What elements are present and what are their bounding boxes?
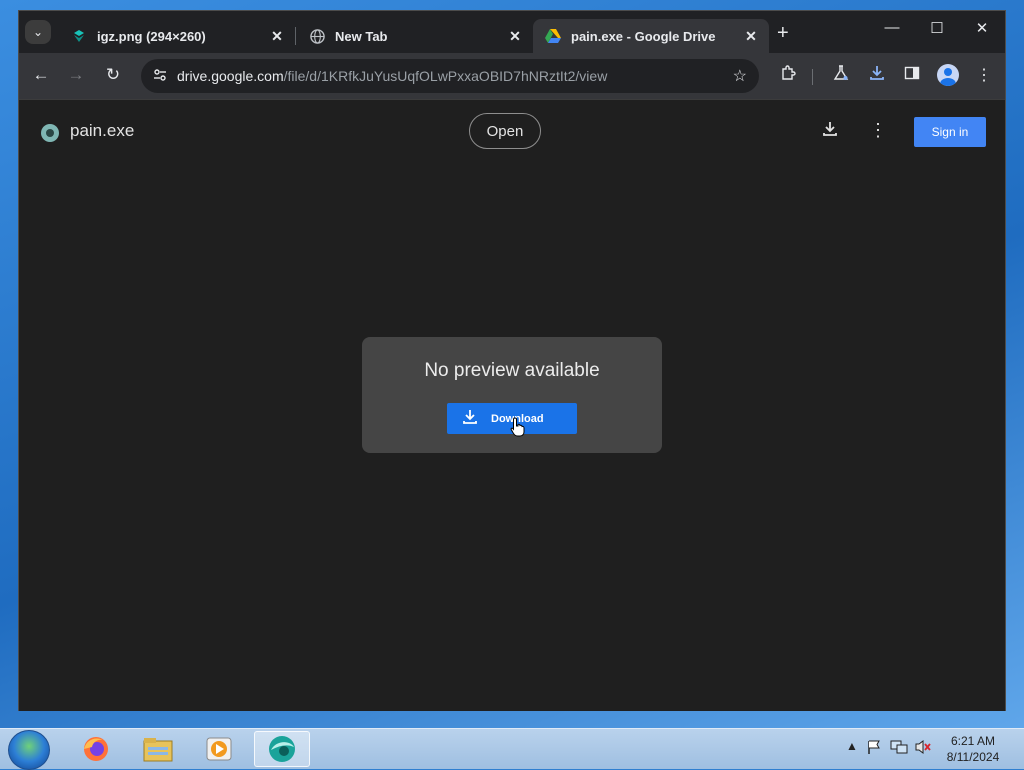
toolbar-divider	[812, 69, 813, 85]
window-close-icon[interactable]: ✕	[959, 19, 1005, 37]
close-icon[interactable]: ✕	[505, 28, 525, 45]
url-host: drive.google.com	[177, 68, 284, 84]
browser-app-icon[interactable]	[254, 731, 310, 767]
close-icon[interactable]: ✕	[267, 28, 287, 45]
open-button[interactable]: Open	[469, 113, 541, 149]
download-icon[interactable]	[819, 120, 841, 143]
browser-window: ⌄ igz.png (294×260) ✕ New Tab ✕ pain.exe…	[18, 10, 1006, 711]
media-player-icon[interactable]	[192, 731, 248, 767]
clock-time: 6:21 AM	[950, 734, 996, 748]
minimize-icon[interactable]: —	[869, 19, 915, 36]
tab-google-drive[interactable]: pain.exe - Google Drive ✕	[533, 19, 769, 53]
google-drive-icon	[545, 28, 561, 44]
download-arrow-icon	[455, 409, 485, 429]
new-tab-plus-icon[interactable]: +	[777, 23, 789, 43]
chrome-menu-icon[interactable]: ⋮	[972, 65, 996, 85]
clock-date: 8/11/2024	[946, 750, 1000, 764]
url-text: drive.google.com/file/d/1KRfkJuYusUqfOLw…	[177, 68, 607, 84]
tab-new-tab[interactable]: New Tab ✕	[297, 19, 533, 53]
action-center-flag-icon[interactable]	[866, 739, 882, 758]
side-panel-icon[interactable]	[900, 65, 924, 86]
tab-title: New Tab	[335, 28, 388, 44]
network-icon[interactable]	[890, 739, 908, 758]
show-hidden-icons-icon[interactable]: ▲	[846, 739, 858, 753]
labs-flask-icon[interactable]	[829, 65, 853, 86]
file-type-icon	[41, 124, 59, 142]
tab-strip: ⌄ igz.png (294×260) ✕ New Tab ✕ pain.exe…	[19, 11, 1005, 53]
tab-divider	[295, 27, 296, 45]
close-icon[interactable]: ✕	[741, 28, 761, 45]
address-bar[interactable]: drive.google.com/file/d/1KRfkJuYusUqfOLw…	[141, 59, 759, 93]
no-preview-card: No preview available Download	[362, 337, 662, 453]
tab-search-button[interactable]: ⌄	[25, 20, 51, 44]
bookmark-star-icon[interactable]: ☆	[733, 66, 747, 86]
hand-pointer-cursor-icon	[510, 417, 525, 437]
site-settings-icon[interactable]	[149, 68, 171, 85]
forward-arrow-icon[interactable]: →	[64, 65, 88, 85]
no-preview-message: No preview available	[424, 360, 600, 381]
url-path: /file/d/1KRfkJuYusUqfOLwPxxaOBID7hNRztIt…	[283, 68, 608, 84]
extensions-icon[interactable]	[776, 65, 800, 86]
file-name: pain.exe	[70, 121, 135, 140]
profile-avatar-icon[interactable]	[937, 64, 959, 86]
tab-title: igz.png (294×260)	[97, 28, 206, 44]
sign-in-button[interactable]: Sign in	[914, 117, 986, 147]
windows-taskbar: ▲ 6:21 AM 8/11/2024	[0, 728, 1024, 770]
back-arrow-icon[interactable]: ←	[29, 65, 53, 85]
system-clock[interactable]: 6:21 AM 8/11/2024	[940, 733, 1006, 765]
globe-icon	[309, 28, 325, 44]
start-button-icon[interactable]	[8, 730, 50, 770]
maximize-icon[interactable]: ☐	[914, 19, 960, 37]
teal-logo-icon	[71, 28, 87, 44]
downloads-icon[interactable]	[865, 65, 889, 86]
tab-title: pain.exe - Google Drive	[571, 28, 716, 44]
volume-muted-icon[interactable]	[914, 739, 932, 758]
browser-toolbar: ← → ↻ drive.google.com/file/d/1KRfkJuYus…	[19, 53, 1005, 99]
file-explorer-icon[interactable]	[130, 731, 186, 767]
reload-icon[interactable]: ↻	[101, 65, 125, 85]
tab-igz-png[interactable]: igz.png (294×260) ✕	[59, 19, 295, 53]
firefox-icon[interactable]	[68, 731, 124, 767]
chevron-down-icon: ⌄	[32, 25, 44, 39]
drive-viewer: pain.exe Open ⋮ Sign in No preview avail…	[19, 99, 1005, 711]
more-options-icon[interactable]: ⋮	[867, 120, 889, 141]
